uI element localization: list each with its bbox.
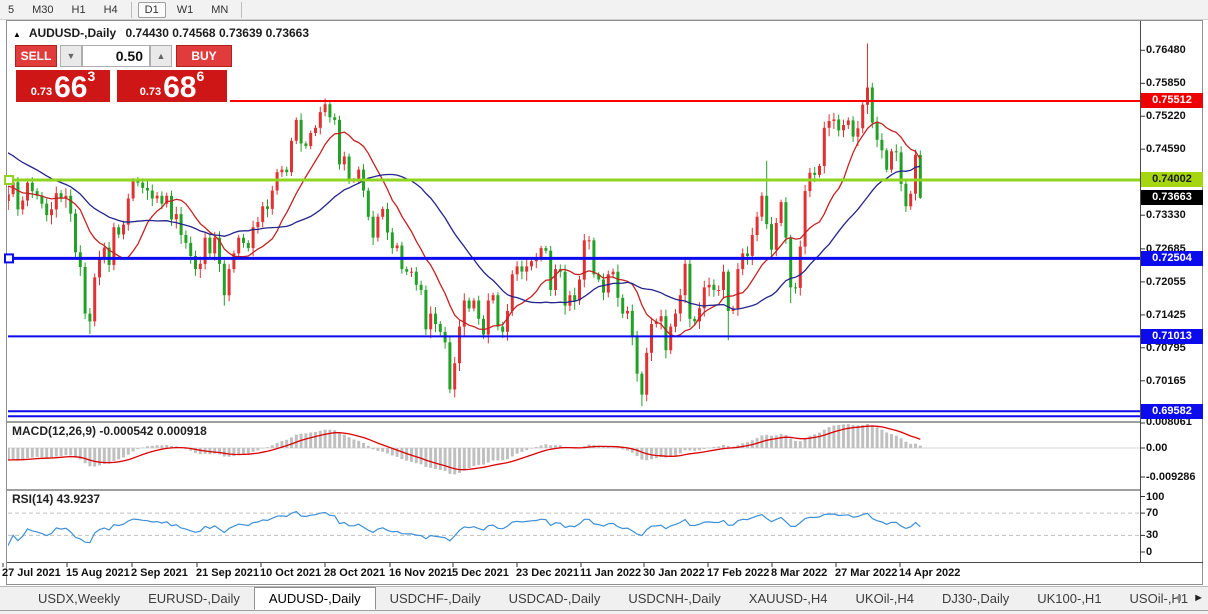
y-axis-tick: 0.75220 <box>1146 110 1186 123</box>
buy-price-big: 68 <box>163 71 197 104</box>
rsi-axis-tick: 30 <box>1146 529 1159 542</box>
x-axis-date-label: 11 Jan 2022 <box>580 567 642 579</box>
tab-scroll-controls: ◄ ► <box>1172 592 1204 604</box>
sell-price-big: 66 <box>54 71 88 104</box>
symbol-tab-usdcnh-daily[interactable]: USDCNH-,Daily <box>614 587 734 610</box>
y-axis-tick: 0.72055 <box>1146 275 1186 288</box>
trading-terminal: 5 M30 H1 H4 D1 W1 MN ▲ AUDUSD-,Daily 0.74430 0… <box>0 0 1208 614</box>
pane-separator-macd-rsi[interactable] <box>7 489 1140 491</box>
x-axis-date-label: 16 Nov 2021 <box>389 567 453 579</box>
toolbar-separator <box>130 1 132 18</box>
price-line-badge: 0.75512 <box>1141 93 1203 109</box>
chart-ohlc-values: 0.74430 0.74568 0.73639 0.73663 <box>125 26 310 40</box>
symbol-tab-usdx-weekly[interactable]: USDX,Weekly <box>24 587 134 610</box>
timeframe-button-m30[interactable]: M30 <box>25 2 60 18</box>
price-line-badge: 0.72504 <box>1141 250 1203 266</box>
sell-button[interactable]: SELL <box>15 45 57 67</box>
symbol-tab-usdchf-daily[interactable]: USDCHF-,Daily <box>376 587 495 610</box>
macd-label: MACD(12,26,9) -0.000542 0.000918 <box>12 424 207 438</box>
rsi-axis-tick: 0 <box>1146 546 1153 558</box>
chart-window <box>6 20 1203 585</box>
x-axis-date-label: 23 Dec 2021 <box>516 567 579 579</box>
tab-scroll-left-icon[interactable]: ◄ <box>1172 592 1183 604</box>
symbol-tab-xauusd-h4[interactable]: XAUUSD-,H4 <box>735 587 842 610</box>
y-axis-tick: 0.73330 <box>1146 209 1186 222</box>
timeframe-button-h1[interactable]: H1 <box>65 2 93 18</box>
buy-price-display[interactable]: 0.73 68 6 <box>117 68 227 104</box>
symbol-tab-audusd-daily[interactable]: AUDUSD-,Daily <box>253 587 376 610</box>
sell-price-display[interactable]: 0.73 66 3 <box>16 68 110 104</box>
symbol-tab-bar: USDX,Weekly EURUSD-,Daily AUDUSD-,Daily USD… <box>0 586 1208 611</box>
y-axis-tick: 0.70165 <box>1146 374 1186 387</box>
pane-separator-price-macd[interactable] <box>7 421 1140 423</box>
buy-button[interactable]: BUY <box>176 45 232 67</box>
symbol-tab-usdcad-daily[interactable]: USDCAD-,Daily <box>495 587 615 610</box>
current-price-badge: 0.73663 <box>1141 190 1203 206</box>
volume-increase-button[interactable]: ▲ <box>150 45 172 67</box>
collapse-arrow-icon[interactable]: ▲ <box>13 30 21 39</box>
x-axis-date-label: 27 Jul 2021 <box>2 567 61 579</box>
tab-scroll-right-icon[interactable]: ► <box>1193 592 1204 604</box>
time-axis-line <box>7 562 1203 563</box>
toolbar-separator <box>241 1 243 18</box>
rsi-axis-tick: 100 <box>1146 490 1165 503</box>
symbol-tab-ukoil-h4[interactable]: UKOil-,H4 <box>842 587 929 610</box>
rsi-label: RSI(14) 43.9237 <box>12 492 101 506</box>
x-axis-date-label: 21 Sep 2021 <box>196 567 259 579</box>
price-line-badge: 0.71013 <box>1141 328 1203 344</box>
timeframe-button-5[interactable]: 5 <box>1 2 21 18</box>
x-axis-date-label: 17 Feb 2022 <box>707 567 770 579</box>
x-axis-date-label: 5 Dec 2021 <box>452 567 509 579</box>
timeframe-button-d1[interactable]: D1 <box>137 1 166 18</box>
volume-decrease-button[interactable]: ▼ <box>60 45 82 67</box>
buy-price-prefix: 0.73 <box>139 86 162 98</box>
timeframe-toolbar: 5 M30 H1 H4 D1 W1 MN <box>0 0 1208 20</box>
volume-input[interactable] <box>82 45 150 67</box>
sell-price-sup: 3 <box>87 68 96 84</box>
timeframe-button-mn[interactable]: MN <box>204 2 235 18</box>
chart-symbol-label: AUDUSD-,Daily <box>28 26 117 40</box>
symbol-tab-eurusd-daily[interactable]: EURUSD-,Daily <box>134 587 254 610</box>
rsi-axis-tick: 70 <box>1146 507 1159 520</box>
price-line-badge: 0.69582 <box>1141 403 1203 419</box>
x-axis-date-label: 27 Mar 2022 <box>835 567 898 579</box>
macd-axis-tick: 0.00 <box>1146 442 1168 454</box>
y-axis-tick: 0.71425 <box>1146 308 1186 321</box>
chart-title: ▲ AUDUSD-,Daily 0.74430 0.74568 0.73639 … <box>13 26 309 40</box>
timeframe-button-w1[interactable]: W1 <box>170 2 201 18</box>
timeframe-button-h4[interactable]: H4 <box>97 2 125 18</box>
sell-price-prefix: 0.73 <box>30 86 53 98</box>
x-axis-date-label: 2 Sep 2021 <box>131 567 188 579</box>
x-axis-date-label: 28 Oct 2021 <box>324 567 386 579</box>
x-axis-date-label: 15 Aug 2021 <box>66 567 130 579</box>
buy-price-sup: 6 <box>196 68 205 84</box>
symbol-tab-uk100-h1[interactable]: UK100-,H1 <box>1023 587 1115 610</box>
y-axis-tick: 0.75850 <box>1146 77 1186 90</box>
macd-axis-tick: -0.009286 <box>1146 471 1196 483</box>
x-axis-date-label: 10 Oct 2021 <box>260 567 322 579</box>
x-axis-date-label: 30 Jan 2022 <box>643 567 705 579</box>
one-click-trade-widget: SELL ▼ ▲ BUY 0.73 66 3 0.73 68 6 <box>15 44 233 104</box>
x-axis-date-label: 8 Mar 2022 <box>771 567 828 579</box>
y-axis-tick: 0.74590 <box>1146 143 1186 156</box>
x-axis-date-label: 14 Apr 2022 <box>899 567 961 579</box>
y-axis-tick: 0.76480 <box>1146 44 1186 57</box>
price-line-badge: 0.74002 <box>1141 172 1203 188</box>
symbol-tab-dj30-daily[interactable]: DJ30-,Daily <box>928 587 1023 610</box>
